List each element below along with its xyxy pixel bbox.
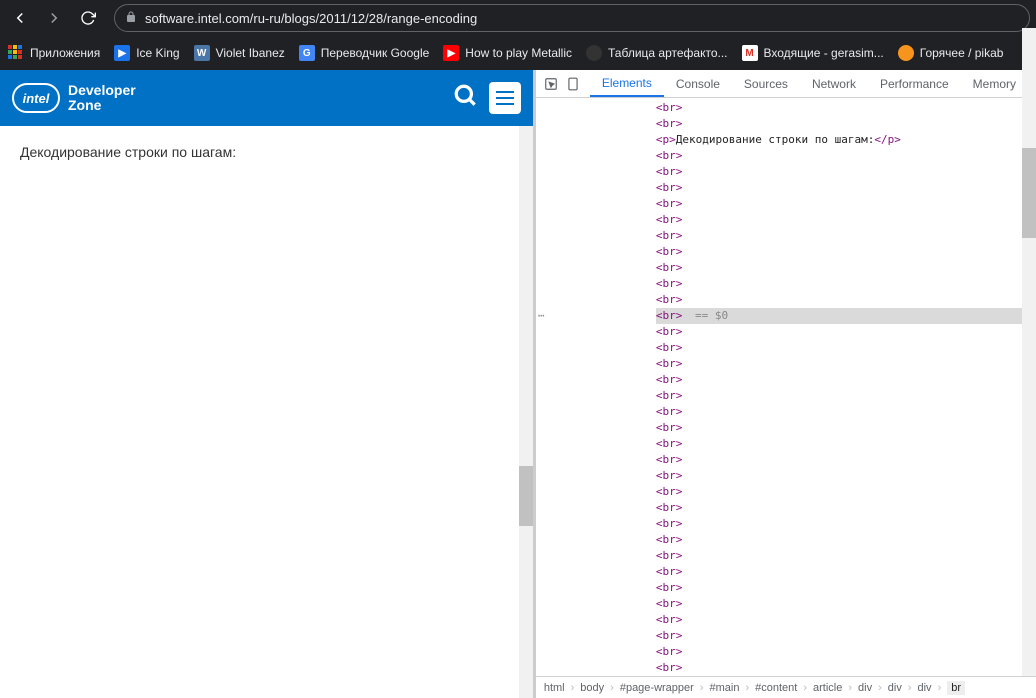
dom-node-p[interactable]: <p>Декодирование строки по шагам:</p> [656, 132, 1036, 148]
menu-button[interactable] [489, 82, 521, 114]
breadcrumb-item[interactable]: br [947, 681, 965, 695]
dom-node-br[interactable]: <br> [656, 260, 1036, 276]
apps-label: Приложения [30, 46, 100, 60]
bookmark-item[interactable]: WViolet Ibanez [194, 45, 285, 61]
dom-node-br[interactable]: <br> [656, 404, 1036, 420]
bookmark-item[interactable]: GПереводчик Google [299, 45, 430, 61]
dom-node-br[interactable]: <br> [656, 388, 1036, 404]
breadcrumb-item[interactable]: body [580, 682, 604, 694]
dom-node-br[interactable]: <br> [656, 196, 1036, 212]
dom-node-br[interactable]: <br> [656, 516, 1036, 532]
breadcrumb-item[interactable]: #content [755, 682, 797, 694]
back-button[interactable] [6, 4, 34, 32]
dom-node-br[interactable]: <br> [656, 356, 1036, 372]
intel-chip-icon: intel [12, 83, 60, 113]
dom-node-br[interactable]: <br> [656, 164, 1036, 180]
address-bar[interactable]: software.intel.com/ru-ru/blogs/2011/12/2… [114, 4, 1030, 32]
dom-node-br[interactable]: <br> [656, 340, 1036, 356]
devtools-scrollbar[interactable] [1022, 28, 1036, 676]
tab-console[interactable]: Console [664, 70, 732, 97]
device-icon[interactable] [566, 77, 580, 91]
breadcrumb: html›body›#page-wrapper›#main›#content›a… [536, 676, 1036, 698]
dom-node-br[interactable]: <br> [656, 372, 1036, 388]
dom-node-br[interactable]: <br> [656, 564, 1036, 580]
reload-button[interactable] [74, 4, 102, 32]
dom-node-br[interactable]: <br> [656, 244, 1036, 260]
devtools-tabs: Elements Console Sources Network Perform… [536, 70, 1036, 98]
dom-node-br[interactable]: <br> [656, 116, 1036, 132]
lock-icon [125, 11, 137, 26]
forward-button[interactable] [40, 4, 68, 32]
tab-network[interactable]: Network [800, 70, 868, 97]
intel-logo[interactable]: intel Developer Zone [12, 83, 136, 114]
elements-tree[interactable]: <br><br><p>Декодирование строки по шагам… [536, 98, 1036, 676]
play-icon: ▶ [114, 45, 130, 61]
dom-node-br[interactable]: <br> == $0 [656, 308, 1036, 324]
bookmark-item[interactable]: Горячее / pikab [898, 45, 1004, 61]
bookmark-item[interactable]: ▶How to play Metallic [443, 45, 572, 61]
dom-node-br[interactable]: <br> [656, 148, 1036, 164]
dom-node-br[interactable]: <br> [656, 644, 1036, 660]
url-text: software.intel.com/ru-ru/blogs/2011/12/2… [145, 11, 477, 26]
dom-node-br[interactable]: <br> [656, 612, 1036, 628]
dom-node-br[interactable]: <br> [656, 532, 1036, 548]
youtube-icon: ▶ [443, 45, 459, 61]
gmail-icon: M [742, 45, 758, 61]
logo-line1: Developer [68, 83, 136, 98]
dom-node-br[interactable]: <br> [656, 580, 1036, 596]
dom-node-br[interactable]: <br> [656, 276, 1036, 292]
logo-line2: Zone [68, 98, 136, 113]
site-header: intel Developer Zone [0, 70, 533, 126]
dom-node-br[interactable]: <br> [656, 212, 1036, 228]
breadcrumb-item[interactable]: article [813, 682, 842, 694]
dom-node-br[interactable]: <br> [656, 436, 1036, 452]
breadcrumb-item[interactable]: #main [710, 682, 740, 694]
devtools-panel: Elements Console Sources Network Perform… [533, 70, 1036, 698]
translate-icon: G [299, 45, 315, 61]
dom-node-br[interactable]: <br> [656, 468, 1036, 484]
bookmark-item[interactable]: Таблица артефакто... [586, 45, 727, 61]
vk-icon: W [194, 45, 210, 61]
bookmark-item[interactable]: MВходящие - gerasim... [742, 45, 884, 61]
dom-node-br[interactable]: <br> [656, 228, 1036, 244]
dom-node-br[interactable]: <br> [656, 628, 1036, 644]
apps-grid-icon [8, 45, 24, 61]
scrollbar-thumb[interactable] [519, 466, 533, 526]
breadcrumb-item[interactable]: div [918, 682, 932, 694]
tab-memory[interactable]: Memory [961, 70, 1028, 97]
tab-elements[interactable]: Elements [590, 70, 664, 97]
apps-button[interactable]: Приложения [8, 45, 100, 61]
breadcrumb-item[interactable]: #page-wrapper [620, 682, 694, 694]
dom-node-br[interactable]: <br> [656, 596, 1036, 612]
breadcrumb-item[interactable]: div [858, 682, 872, 694]
page-viewport: intel Developer Zone Декодирование строк… [0, 70, 533, 698]
bookmark-item[interactable]: ▶Ice King [114, 45, 179, 61]
page-paragraph: Декодирование строки по шагам: [20, 144, 513, 160]
dom-node-br[interactable]: <br> [656, 548, 1036, 564]
page-scrollbar[interactable] [519, 126, 533, 698]
dom-node-br[interactable]: <br> [656, 100, 1036, 116]
dom-node-br[interactable]: <br> [656, 660, 1036, 676]
tab-performance[interactable]: Performance [868, 70, 961, 97]
inspect-icon[interactable] [544, 77, 558, 91]
breadcrumb-item[interactable]: html [544, 682, 565, 694]
search-button[interactable] [453, 83, 479, 114]
dom-node-br[interactable]: <br> [656, 484, 1036, 500]
pikabu-icon [898, 45, 914, 61]
breadcrumb-item[interactable]: div [888, 682, 902, 694]
dom-node-br[interactable]: <br> [656, 500, 1036, 516]
tab-sources[interactable]: Sources [732, 70, 800, 97]
round-icon [586, 45, 602, 61]
dom-node-br[interactable]: <br> [656, 180, 1036, 196]
dom-node-br[interactable]: <br> [656, 420, 1036, 436]
dom-node-br[interactable]: <br> [656, 292, 1036, 308]
dom-node-br[interactable]: <br> [656, 452, 1036, 468]
dom-node-br[interactable]: <br> [656, 324, 1036, 340]
scrollbar-thumb[interactable] [1022, 148, 1036, 238]
